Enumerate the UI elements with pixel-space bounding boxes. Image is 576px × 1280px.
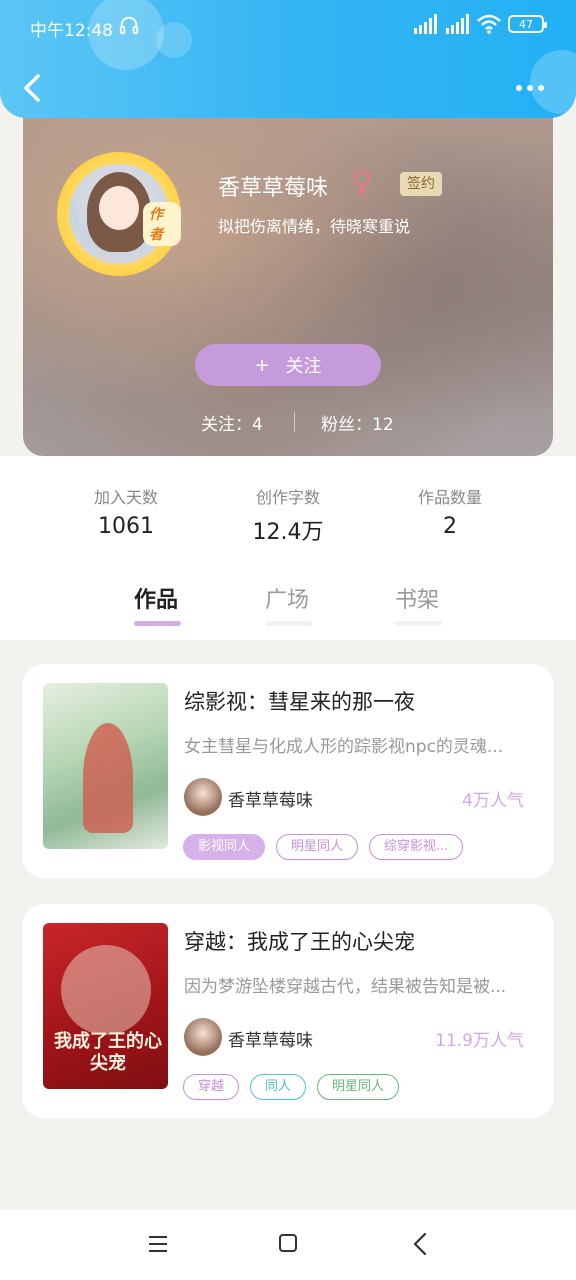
author-name: 香草草莓味 <box>228 1031 313 1051</box>
user-motto: 拟把伤离情绪，待晓寒重说 <box>218 217 411 236</box>
tag[interactable]: 明星同人 <box>276 834 359 860</box>
stat-work-count: 作品数量 2 <box>370 484 530 539</box>
stat-label: 作品数量 <box>417 488 482 507</box>
stats-card: 加入天数 1061 创作字数 12.4万 作品数量 2 <box>46 446 530 566</box>
battery-level: 47 <box>519 17 533 31</box>
book-card[interactable]: 综影视：彗星来的那一夜 女主彗星与化成人形的踪影视npc的灵魂... 香草草莓味… <box>22 664 554 878</box>
dot-icon <box>527 85 533 91</box>
battery-icon: 47 <box>508 15 547 33</box>
stat-label: 创作字数 <box>255 488 320 507</box>
tab-indicator <box>265 621 312 626</box>
tab-bookshelf[interactable]: 书架 <box>395 582 439 614</box>
following-count[interactable]: 关注：4 <box>201 410 263 435</box>
tab-indicator <box>395 621 442 626</box>
top-header: 中午12:48 47 <box>0 0 576 118</box>
book-card[interactable]: 我成了王的心尖宠 穿越：我成了王的心尖宠 因为梦游坠楼穿越古代，结果被告知是被.… <box>22 904 554 1118</box>
popularity: 11.9万人气 <box>435 1031 524 1051</box>
book-title[interactable]: 综影视：彗星来的那一夜 <box>184 686 415 716</box>
avatar-face <box>99 186 139 230</box>
user-name: 香草草莓味 <box>218 176 329 201</box>
signed-badge: 签约 <box>400 172 442 196</box>
tab-works[interactable]: 作品 <box>134 582 178 614</box>
stat-join-days: 加入天数 1061 <box>46 484 206 539</box>
book-description: 女主彗星与化成人形的踪影视npc的灵魂... <box>184 737 504 757</box>
tag[interactable]: 综穿影视... <box>369 834 464 860</box>
back-icon[interactable] <box>412 1232 428 1256</box>
signal-icon <box>446 14 469 34</box>
stat-label: 加入天数 <box>93 488 158 507</box>
author-name: 香草草莓味 <box>228 791 313 811</box>
avatar <box>184 1018 222 1056</box>
back-button[interactable] <box>18 70 46 106</box>
tag[interactable]: 影视同人 <box>183 834 266 860</box>
cover-figure <box>83 723 133 833</box>
follow-label: 关注 <box>285 356 322 377</box>
tag[interactable]: 明星同人 <box>317 1074 400 1100</box>
book-cover[interactable]: 我成了王的心尖宠 <box>43 923 168 1089</box>
divider <box>294 412 295 432</box>
cover-title: 我成了王的心尖宠 <box>54 1031 162 1074</box>
status-time: 中午12:48 <box>30 21 113 41</box>
book-author-row: 香草草莓味 11.9万人气 <box>184 1018 524 1058</box>
tab-square[interactable]: 广场 <box>265 582 309 614</box>
stat-value: 2 <box>443 514 457 539</box>
tag-list: 影视同人 明星同人 综穿影视... <box>183 834 464 860</box>
book-description: 因为梦游坠楼穿越古代，结果被告知是被... <box>184 977 507 997</box>
follow-button[interactable]: + 关注 <box>195 344 381 386</box>
wifi-icon <box>477 14 501 34</box>
follow-stats: 关注：4 粉丝：12 <box>23 410 553 436</box>
status-bar: 中午12:48 47 <box>0 0 576 54</box>
author-avatar[interactable]: 作者 <box>57 152 181 276</box>
stat-word-count: 创作字数 12.4万 <box>208 484 368 546</box>
stat-value: 12.4万 <box>252 520 324 545</box>
tab-indicator <box>134 621 181 626</box>
stat-value: 1061 <box>98 514 154 539</box>
female-icon <box>353 169 371 196</box>
book-title[interactable]: 穿越：我成了王的心尖宠 <box>184 926 415 956</box>
dot-icon <box>538 85 544 91</box>
profile-banner: 作者 香草草莓味 签约 拟把伤离情绪，待晓寒重说 + 关注 关注：4 粉丝：12 <box>23 100 553 456</box>
home-icon[interactable] <box>279 1234 297 1252</box>
tag-list: 穿越 同人 明星同人 <box>183 1074 400 1100</box>
cover-figure <box>61 945 151 1035</box>
more-options-button[interactable] <box>516 78 548 98</box>
tag[interactable]: 同人 <box>250 1074 307 1100</box>
menu-icon[interactable] <box>148 1234 168 1254</box>
dot-icon <box>516 85 522 91</box>
author-badge: 作者 <box>143 202 181 246</box>
system-nav-bar <box>0 1210 576 1280</box>
tag[interactable]: 穿越 <box>183 1074 240 1100</box>
signal-icon <box>414 14 437 34</box>
book-author-row: 香草草莓味 4万人气 <box>184 778 524 818</box>
avatar <box>184 778 222 816</box>
headset-icon <box>119 16 139 35</box>
plus-icon: + <box>254 354 270 376</box>
popularity: 4万人气 <box>462 791 524 811</box>
book-cover[interactable] <box>43 683 168 849</box>
fans-count[interactable]: 粉丝：12 <box>321 410 394 435</box>
